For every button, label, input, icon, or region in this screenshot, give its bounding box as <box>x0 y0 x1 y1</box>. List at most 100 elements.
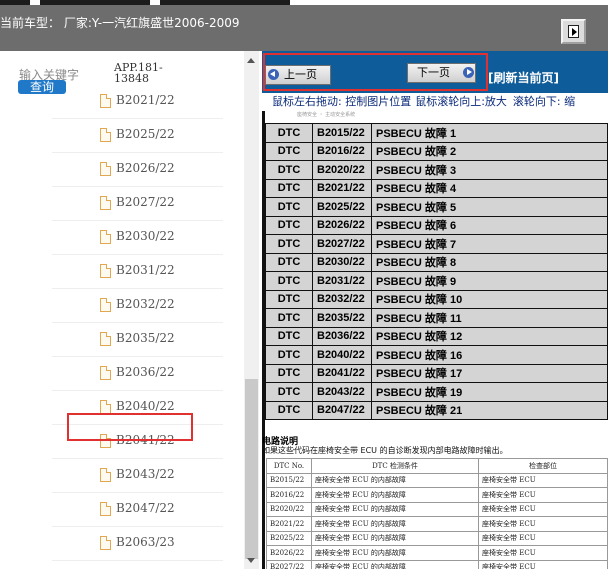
document-panel: 上一页 下一页 [刷新当前页] 鼠标左右拖动: 控制图片位置 鼠标滚轮向上:放大滚… <box>262 51 608 569</box>
hint-zoom-in: 鼠标滚轮向上:放大 <box>415 95 507 108</box>
dtc-code-cell: B2021/22 <box>312 178 372 198</box>
dtc-type-cell: DTC <box>265 234 313 254</box>
dtc-code-cell: B2020/22 <box>312 160 372 180</box>
condition-row: B2026/22 座椅安全带 ECU 的内部故障 座椅安全带 ECU <box>266 545 608 561</box>
dtc-code-cell: B2031/22 <box>312 271 372 291</box>
tree-item[interactable]: B2047/22 <box>52 494 223 527</box>
dtc-tree: B2021/22 B2025/22 B2026/22 B2027/22 B2030/22… <box>0 51 244 569</box>
dtc-code-cell: B2030/22 <box>312 252 372 272</box>
exit-arrow-icon <box>572 28 577 36</box>
tree-item-label: B2035/22 <box>116 331 175 345</box>
dtc-row: DTC B2026/22 PSBECU 故障 6 <box>265 215 608 235</box>
condition-cell: 座椅安全带 ECU 的内部故障 <box>311 487 479 503</box>
tree-item-label: B2021/22 <box>116 93 175 107</box>
dtc-type-cell: DTC <box>265 252 313 272</box>
dtc-desc-cell: PSBECU 故障 21 <box>371 400 608 420</box>
tree-item-label: B2040/22 <box>116 399 175 413</box>
dtc-type-cell: DTC <box>265 197 313 217</box>
tree-item[interactable]: B2043/22 <box>52 460 223 493</box>
tree-item-label: B2036/22 <box>116 365 175 379</box>
condition-cell: 座椅安全带 ECU 的内部故障 <box>311 501 479 517</box>
scroll-up-arrow-icon[interactable] <box>247 58 255 63</box>
dtc-desc-cell: PSBECU 故障 7 <box>371 234 608 254</box>
dtc-code-cell: B2047/22 <box>312 400 372 420</box>
dtc-code-cell: B2015/22 <box>312 123 372 143</box>
selected-item-highlight <box>67 413 193 441</box>
condition-cell: 座椅安全带 ECU <box>478 559 608 569</box>
dtc-condition-table: DTC No. DTC 检测条件 检查部位 B2015/22 座椅安全带 ECU 的内部… <box>266 458 608 569</box>
scroll-down-arrow-icon[interactable] <box>247 558 255 563</box>
dtc-code-cell: B2040/22 <box>312 345 372 365</box>
tree-item[interactable]: B2036/22 <box>52 358 223 391</box>
tree-scrollbar[interactable] <box>244 51 259 569</box>
dtc-type-cell: DTC <box>265 123 313 143</box>
tree-item[interactable]: B2030/22 <box>52 222 223 255</box>
tree-item[interactable]: B2063/23 <box>52 528 223 561</box>
tree-item[interactable]: B2025/22 <box>52 120 223 153</box>
dtc-code-cell: B2043/22 <box>312 382 372 402</box>
file-icon <box>100 196 111 210</box>
condition-cell: B2025/22 <box>266 530 312 546</box>
dtc-desc-cell: PSBECU 故障 3 <box>371 160 608 180</box>
tree-item-label: B2026/22 <box>116 161 175 175</box>
dtc-row: DTC B2032/22 PSBECU 故障 10 <box>265 289 608 309</box>
vehicle-title: 当前车型： 厂家:Y-一汽红旗盛世2006-2009 <box>0 16 240 30</box>
dtc-type-cell: DTC <box>265 326 313 346</box>
usage-hint-bar: 鼠标左右拖动: 控制图片位置 鼠标滚轮向上:放大 滚轮向下: 缩 <box>262 93 608 112</box>
file-icon <box>100 332 111 346</box>
tree-item[interactable]: B2031/22 <box>52 256 223 289</box>
dtc-row: DTC B2015/22 PSBECU 故障 1 <box>265 123 608 143</box>
header-bar: 当前车型： 厂家:Y-一汽红旗盛世2006-2009 <box>0 5 608 51</box>
dtc-code-cell: B2026/22 <box>312 215 372 235</box>
dtc-row: DTC B2043/22 PSBECU 故障 19 <box>265 382 608 402</box>
dtc-type-cell: DTC <box>265 215 313 235</box>
dtc-row: DTC B2031/22 PSBECU 故障 9 <box>265 271 608 291</box>
page-nav-highlight <box>263 53 488 91</box>
tree-item-label: B2043/22 <box>116 467 175 481</box>
tree-item[interactable]: B2021/22 <box>52 86 223 119</box>
dtc-type-cell: DTC <box>265 345 313 365</box>
dtc-desc-cell: PSBECU 故障 9 <box>371 271 608 291</box>
condition-header-cell: DTC No. <box>266 458 312 474</box>
dtc-row: DTC B2027/22 PSBECU 故障 7 <box>265 234 608 254</box>
file-icon <box>100 502 111 516</box>
condition-cell: B2016/22 <box>266 487 312 503</box>
dtc-row: DTC B2025/22 PSBECU 故障 5 <box>265 197 608 217</box>
dtc-desc-cell: PSBECU 故障 1 <box>371 123 608 143</box>
dtc-type-cell: DTC <box>265 308 313 328</box>
dtc-desc-cell: PSBECU 故障 11 <box>371 308 608 328</box>
dtc-code-cell: B2025/22 <box>312 197 372 217</box>
query-button[interactable]: 查询 <box>18 80 66 94</box>
exit-button[interactable] <box>561 19 586 44</box>
dtc-type-cell: DTC <box>265 160 313 180</box>
section-description: 如果这些代码在座椅安全带 ECU 的自诊断发现内部电路故障时输出。 <box>262 446 508 455</box>
dtc-desc-cell: PSBECU 故障 5 <box>371 197 608 217</box>
tree-item[interactable]: B2035/22 <box>52 324 223 357</box>
dtc-row: DTC B2016/22 PSBECU 故障 2 <box>265 141 608 161</box>
app-number: APP.181-13848 <box>114 61 163 85</box>
dtc-code-cell: B2041/22 <box>312 363 372 383</box>
dtc-code-cell: B2027/22 <box>312 234 372 254</box>
dtc-desc-cell: PSBECU 故障 6 <box>371 215 608 235</box>
file-icon <box>100 162 111 176</box>
tree-item[interactable]: B2026/22 <box>52 154 223 187</box>
condition-cell: 座椅安全带 ECU 的内部故障 <box>311 545 479 561</box>
tree-item[interactable]: B2027/22 <box>52 188 223 221</box>
dtc-desc-cell: PSBECU 故障 4 <box>371 178 608 198</box>
condition-cell: 座椅安全带 ECU <box>478 516 608 532</box>
dtc-type-cell: DTC <box>265 363 313 383</box>
dtc-row: DTC B2047/22 PSBECU 故障 21 <box>265 400 608 420</box>
condition-cell: 座椅安全带 ECU <box>478 545 608 561</box>
condition-row: B2025/22 座椅安全带 ECU 的内部故障 座椅安全带 ECU <box>266 530 608 546</box>
dtc-code-cell: B2036/22 <box>312 326 372 346</box>
dtc-type-cell: DTC <box>265 271 313 291</box>
document-image[interactable]: 座椅安全 ・ 主动安全系统 DTC B2015/22 PSBECU 故障 1 DTC B… <box>262 111 608 569</box>
dtc-row: DTC B2040/22 PSBECU 故障 16 <box>265 345 608 365</box>
scrollbar-thumb[interactable] <box>245 379 258 559</box>
refresh-page-link[interactable]: [刷新当前页] <box>488 69 559 86</box>
dtc-desc-cell: PSBECU 故障 10 <box>371 289 608 309</box>
dtc-type-cell: DTC <box>265 400 313 420</box>
dtc-desc-cell: PSBECU 故障 16 <box>371 345 608 365</box>
tree-item-label: B2025/22 <box>116 127 175 141</box>
tree-item[interactable]: B2032/22 <box>52 290 223 323</box>
